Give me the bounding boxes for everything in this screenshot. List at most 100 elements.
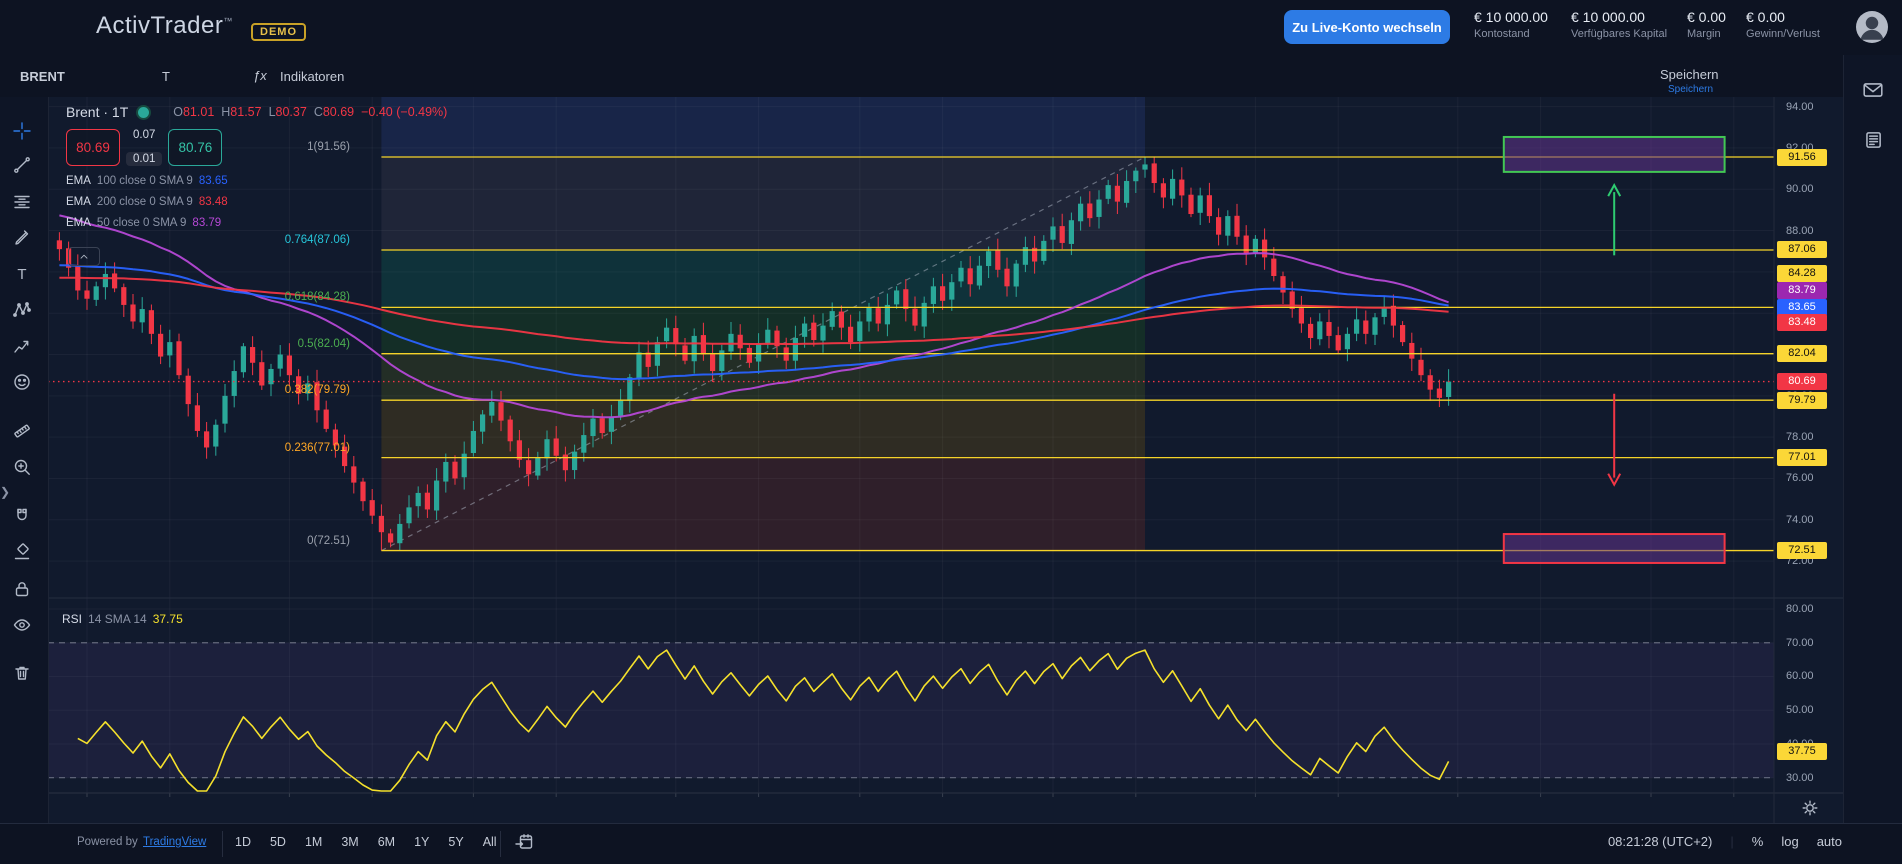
brush-tool-icon[interactable] [12, 228, 36, 252]
indicators-button[interactable]: Indikatoren [280, 69, 344, 84]
price-label: 37.75 [1777, 743, 1827, 761]
sun-theme-icon[interactable] [1800, 798, 1820, 818]
rsi-tick: 70.00 [1786, 636, 1814, 649]
symbol-label[interactable]: BRENT [20, 69, 65, 84]
right-icon-strip [1843, 55, 1902, 823]
powered-by-label: Powered by [77, 836, 138, 848]
price-tick: 88.00 [1786, 224, 1814, 237]
switch-to-live-button[interactable]: Zu Live-Konto wechseln [1284, 10, 1450, 44]
price-tick: 74.00 [1786, 513, 1814, 526]
fib-level-label: 0.618(84.28) [284, 291, 350, 304]
price-tick: 78.00 [1786, 431, 1814, 444]
rsi-legend[interactable]: RSI 14 SMA 14 37.75 [62, 612, 183, 626]
price-label: 83.65 [1777, 298, 1827, 316]
chart-toolbar: BRENT T ƒx Indikatoren Speichern Speiche… [0, 55, 1902, 144]
ema100-legend[interactable]: EMA 100 close 0 SMA 9 83.65 [66, 175, 447, 187]
save-button[interactable]: Speichern [1660, 67, 1719, 82]
fib-level-label: 0.764(87.06) [284, 233, 350, 246]
ema50-legend[interactable]: EMA 50 close 0 SMA 9 83.79 [66, 217, 447, 229]
fib-level-label: 0.5(82.04) [297, 337, 350, 350]
tradingview-link[interactable]: TradingView [143, 836, 206, 848]
news-icon[interactable] [1862, 129, 1886, 153]
fib-level-label: 0.382(79.79) [284, 384, 350, 397]
fib-level-label: 0(72.51) [307, 534, 350, 547]
range-buttons: 1D 5D 1M 3M 6M 1Y 5Y All [230, 832, 502, 852]
price-label: 91.56 [1777, 148, 1827, 166]
available-capital: € 10 000.00 Verfügbares Kapital [1571, 9, 1668, 40]
target-down-box[interactable] [1502, 533, 1726, 564]
rsi-tick: 80.00 [1786, 603, 1814, 615]
spread: 0.07 0.01 [126, 129, 163, 166]
range-button-1y[interactable]: 1Y [409, 832, 434, 852]
trash-tool-icon[interactable] [12, 663, 36, 687]
ema200-legend[interactable]: EMA 200 close 0 SMA 9 83.48 [66, 196, 447, 208]
price-label: 82.04 [1777, 345, 1827, 363]
range-button-6m[interactable]: 6M [373, 832, 400, 852]
range-button-1m[interactable]: 1M [300, 832, 327, 852]
rsi-tick: 30.00 [1786, 771, 1814, 784]
log-scale-button[interactable]: log [1781, 834, 1798, 849]
demo-badge: DEMO [251, 23, 306, 41]
app-logo: ActivTrader™ [96, 12, 233, 39]
change-value: −0.40 (−0.49%) [361, 105, 448, 119]
price-label: 80.69 [1777, 373, 1827, 391]
profit-loss: € 0.00 Gewinn/Verlust [1746, 9, 1820, 40]
legend-symbol[interactable]: Brent · 1T [66, 104, 128, 120]
ohlc-values: O81.01 H81.57 L80.37 C80.69 −0.40 (−0.49… [173, 105, 448, 119]
price-tick: 94.00 [1786, 100, 1814, 113]
save-sub-label: Speichern [1668, 84, 1714, 95]
percent-scale-button[interactable]: % [1752, 834, 1764, 849]
range-button-3m[interactable]: 3M [336, 832, 363, 852]
eraser-tool-icon[interactable] [12, 542, 36, 566]
range-button-5y[interactable]: 5Y [443, 832, 468, 852]
auto-scale-button[interactable]: auto [1817, 834, 1842, 849]
eye-tool-icon[interactable] [12, 615, 36, 639]
emoji-tool-icon[interactable] [12, 372, 36, 396]
fib-retracement-tool-icon[interactable] [12, 192, 36, 216]
trading-app: ActivTrader™ DEMO Zu Live-Konto wechseln… [0, 0, 1902, 864]
avatar[interactable] [1856, 11, 1888, 43]
trendline-tool-icon[interactable] [12, 155, 36, 179]
panel-expander-chevron-icon[interactable]: ❯ [0, 478, 14, 506]
price-label: 87.06 [1777, 241, 1827, 259]
rsi-tick: 60.00 [1786, 670, 1814, 683]
mail-icon[interactable] [1862, 79, 1886, 103]
range-button-all[interactable]: All [478, 832, 502, 852]
crosshair-tool-icon[interactable] [12, 121, 36, 145]
lock-tool-icon[interactable] [12, 579, 36, 603]
zoom-in-tool-icon[interactable] [12, 457, 36, 481]
market-open-dot [136, 104, 152, 120]
margin: € 0.00 Margin [1687, 9, 1726, 40]
sell-button[interactable]: 80.69 [66, 129, 120, 166]
user-icon [1860, 16, 1884, 41]
drawing-toolbar: T [0, 97, 49, 823]
fx-icon[interactable]: ƒx [253, 68, 267, 83]
xabcd-pattern-tool-icon[interactable] [12, 300, 36, 324]
time-axis[interactable]: Nov14Dez14202415Feb14Mrz14Apr12Mai14Jun1… [0, 793, 1902, 823]
rsi-tick: 50.00 [1786, 704, 1814, 717]
price-label: 84.28 [1777, 264, 1827, 282]
price-label: 72.51 [1777, 542, 1827, 560]
chart-legend: Brent · 1T O81.01 H81.57 L80.37 C80.69 −… [66, 104, 447, 229]
fib-level-label: 0.236(77.01) [284, 441, 350, 454]
magnet-tool-icon[interactable] [12, 506, 36, 530]
range-button-1d[interactable]: 1D [230, 832, 256, 852]
chevron-up-icon [80, 254, 88, 259]
price-label: 83.48 [1777, 313, 1827, 331]
svg-text:T: T [17, 266, 26, 283]
range-button-5d[interactable]: 5D [265, 832, 291, 852]
collapse-quote-button[interactable] [68, 247, 100, 266]
price-label: 77.01 [1777, 449, 1827, 467]
ruler-tool-icon[interactable] [12, 421, 36, 445]
clock[interactable]: 08:21:28 (UTC+2) [1608, 834, 1712, 849]
buy-button[interactable]: 80.76 [168, 129, 223, 166]
text-tool-icon[interactable]: T [12, 264, 36, 288]
price-label: 83.79 [1777, 281, 1827, 299]
go-to-date-icon[interactable] [514, 832, 538, 856]
text-tool-icon[interactable]: T [162, 69, 170, 84]
forecast-tool-icon[interactable] [12, 336, 36, 360]
target-up-box[interactable] [1502, 135, 1726, 173]
trademark: ™ [223, 16, 233, 26]
price-tick: 90.00 [1786, 183, 1814, 196]
price-tick: 76.00 [1786, 472, 1814, 485]
